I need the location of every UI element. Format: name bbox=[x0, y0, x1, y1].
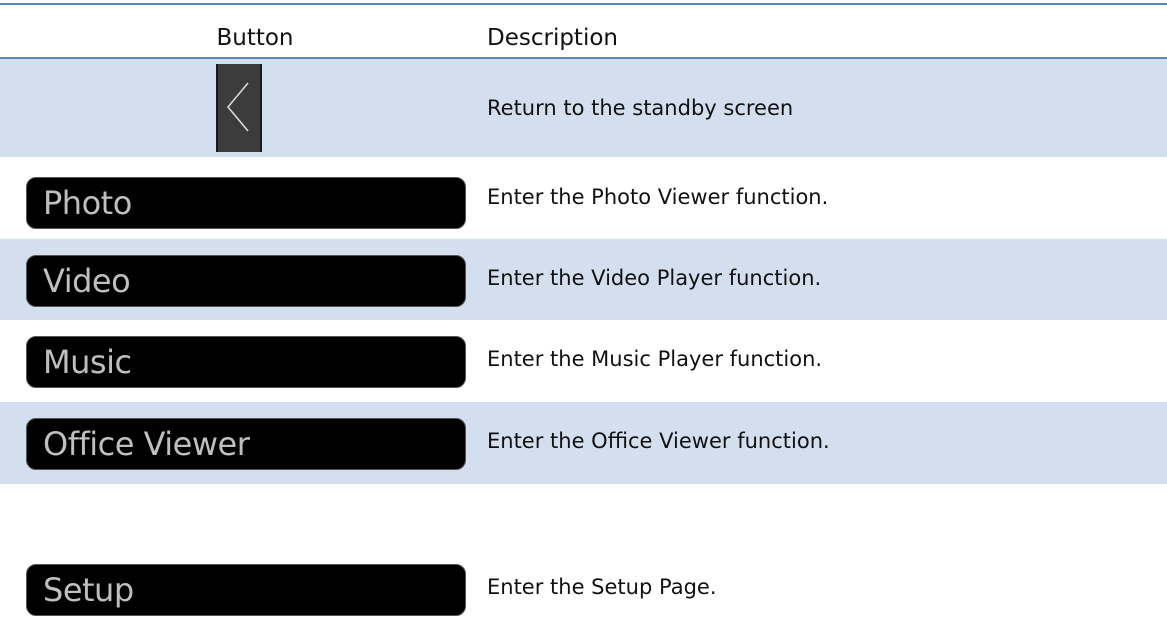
setup-button-label: Setup bbox=[43, 571, 134, 609]
video-button[interactable]: Video bbox=[26, 255, 466, 307]
column-header-button: Button bbox=[216, 25, 294, 51]
music-button[interactable]: Music bbox=[26, 336, 466, 388]
row-description: Enter the Music Player function. bbox=[487, 347, 823, 371]
photo-button-label: Photo bbox=[43, 184, 132, 222]
music-button-label: Music bbox=[43, 343, 132, 381]
chevron-left-icon bbox=[218, 64, 260, 150]
table-row: Office Viewer Enter the Office Viewer fu… bbox=[0, 402, 1167, 484]
row-description: Enter the Photo Viewer function. bbox=[487, 185, 829, 209]
table-row: Video Enter the Video Player function. bbox=[0, 239, 1167, 320]
office-viewer-button-label: Office Viewer bbox=[43, 425, 250, 463]
back-button[interactable] bbox=[216, 64, 262, 152]
video-button-label: Video bbox=[43, 262, 131, 300]
row-description: Return to the standby screen bbox=[487, 96, 794, 120]
row-description: Enter the Office Viewer function. bbox=[487, 429, 830, 453]
row-description: Enter the Setup Page. bbox=[487, 575, 717, 599]
table-row: Setup Enter the Setup Page. bbox=[0, 484, 1167, 634]
table-row: Return to the standby screen bbox=[0, 59, 1167, 157]
setup-button[interactable]: Setup bbox=[26, 564, 466, 616]
table-header-row: Button Description bbox=[0, 5, 1167, 57]
photo-button[interactable]: Photo bbox=[26, 177, 466, 229]
row-description: Enter the Video Player function. bbox=[487, 266, 822, 290]
office-viewer-button[interactable]: Office Viewer bbox=[26, 418, 466, 470]
button-description-table: Button Description Return to the standby… bbox=[0, 0, 1167, 634]
table-row: Music Enter the Music Player function. bbox=[0, 320, 1167, 402]
table-row: Photo Enter the Photo Viewer function. bbox=[0, 157, 1167, 239]
column-header-description: Description bbox=[487, 25, 618, 51]
